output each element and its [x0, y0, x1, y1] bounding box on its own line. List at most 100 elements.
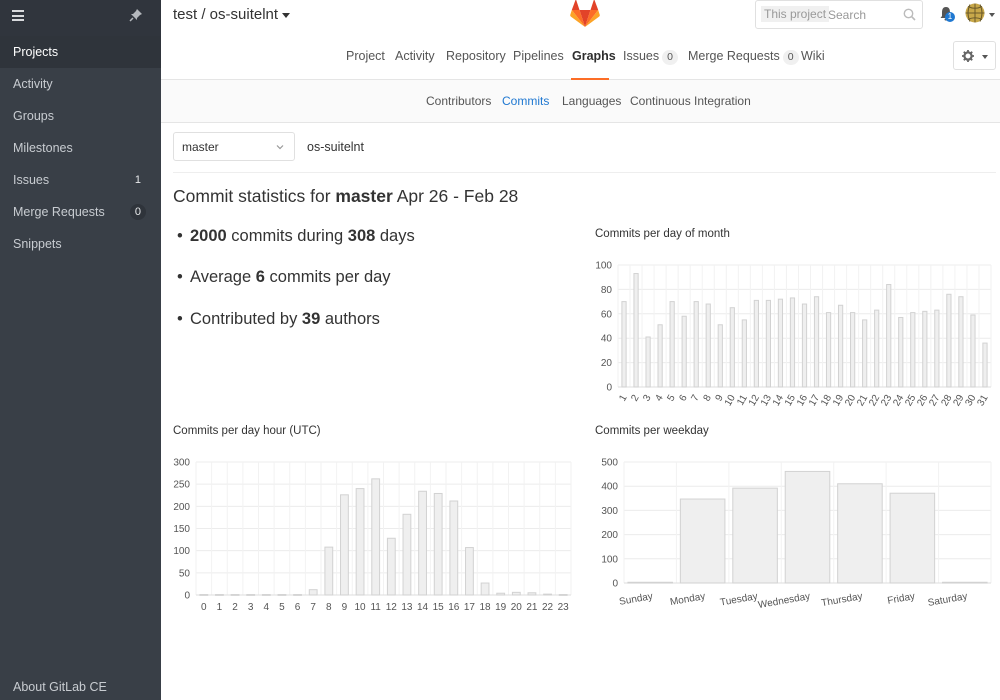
bar: [386, 537, 396, 596]
sidebar-item-label: Activity: [13, 77, 53, 91]
sidebar-item-activity[interactable]: Activity: [0, 68, 161, 100]
sidebar-item-merge-requests[interactable]: Merge Requests 0: [0, 196, 161, 228]
x-tick-label: Friday: [887, 591, 916, 607]
bar: [669, 301, 675, 388]
chevron-down-icon: [282, 12, 291, 18]
chart-title-weekday: Commits per weekday: [595, 425, 709, 437]
bar: [837, 483, 883, 584]
y-tick-label: 200: [601, 530, 618, 541]
y-tick-label: 60: [601, 309, 613, 320]
sidebar-item-groups[interactable]: Groups: [0, 100, 161, 132]
bar: [825, 312, 832, 388]
bar: [449, 500, 459, 596]
bar: [732, 487, 778, 584]
settings-button[interactable]: [953, 41, 996, 70]
x-tick-label: 14: [417, 602, 429, 613]
x-tick-label: 3: [641, 393, 654, 404]
title-range: Apr 26 - Feb 28: [392, 186, 519, 206]
pin-icon[interactable]: [129, 8, 143, 22]
x-tick-label: 11: [370, 602, 381, 613]
notification-count: 1: [945, 12, 955, 22]
bar: [862, 319, 868, 388]
chevron-down-icon: [276, 145, 284, 150]
bar: [729, 307, 735, 388]
stat-text: Average: [190, 268, 256, 286]
bar: [717, 324, 723, 388]
sidebar-item-label: Milestones: [13, 141, 73, 155]
subtab-commits[interactable]: Commits: [502, 94, 549, 108]
bar: [402, 513, 412, 596]
x-tick-label: 12: [386, 602, 398, 613]
bar: [934, 309, 940, 388]
bar: [199, 594, 209, 596]
sidebar-item-label: Snippets: [13, 237, 62, 251]
bar: [681, 315, 687, 388]
bar: [813, 296, 820, 388]
bar: [355, 488, 365, 596]
x-tick-label: 5: [665, 393, 678, 404]
chart-title-day-of-month: Commits per day of month: [595, 228, 730, 240]
x-tick-label: 21: [526, 602, 538, 613]
bar: [679, 498, 726, 584]
tab-project[interactable]: Project: [346, 49, 385, 63]
sidebar-item-label: Merge Requests: [13, 205, 105, 219]
y-tick-label: 20: [601, 358, 613, 369]
bar: [837, 304, 844, 388]
avatar[interactable]: [965, 3, 985, 23]
search-input[interactable]: This project Search: [755, 0, 923, 29]
tab-wiki[interactable]: Wiki: [801, 49, 825, 63]
stat-text: days: [375, 227, 415, 245]
y-tick-label: 100: [601, 554, 618, 565]
tab-activity[interactable]: Activity: [395, 49, 435, 63]
x-tick-label: Sunday: [618, 591, 653, 608]
y-tick-label: 0: [612, 579, 618, 590]
sidebar-item-milestones[interactable]: Milestones: [0, 132, 161, 164]
bar: [324, 546, 334, 596]
bar: [633, 273, 639, 388]
tab-repository[interactable]: Repository: [446, 49, 506, 63]
x-tick-label: Monday: [669, 591, 706, 608]
tab-graphs[interactable]: Graphs: [572, 49, 616, 63]
project-breadcrumb[interactable]: test / os-suitelnt: [173, 6, 291, 23]
tab-merge-requests[interactable]: Merge Requests 0: [688, 49, 799, 65]
bar: [627, 581, 673, 584]
sidebar-item-issues[interactable]: Issues 1: [0, 164, 161, 196]
subtab-contributors[interactable]: Contributors: [426, 94, 491, 108]
days-count: 308: [347, 227, 376, 245]
tab-pipelines[interactable]: Pipelines: [513, 49, 564, 63]
branch-select[interactable]: master: [173, 132, 295, 161]
bar: [705, 303, 711, 388]
subtab-languages[interactable]: Languages: [562, 94, 621, 108]
hamburger-icon[interactable]: [12, 10, 24, 21]
bar: [433, 492, 443, 596]
tab-issues[interactable]: Issues 0: [623, 49, 678, 65]
bar: [246, 594, 256, 596]
y-tick-label: 400: [601, 482, 618, 493]
gitlab-logo-icon[interactable]: [570, 0, 600, 28]
stat-average: Average 6 commits per day: [177, 268, 391, 287]
subtab-continuous-integration[interactable]: Continuous Integration: [630, 94, 751, 108]
stat-contributors: Contributed by 39 authors: [177, 310, 380, 329]
search-scope-badge[interactable]: This project: [761, 6, 830, 22]
x-tick-label: 0: [201, 602, 207, 613]
x-tick-label: 9: [342, 602, 348, 613]
sidebar-item-projects[interactable]: Projects: [0, 36, 161, 68]
stat-text: Contributed by: [190, 310, 302, 328]
average-count: 6: [255, 268, 265, 286]
y-tick-label: 0: [184, 591, 190, 602]
weekday-chart: 0 100 200 300 400 500 Sunday Monday TuesdayWedne…: [601, 458, 992, 611]
chevron-down-icon[interactable]: [989, 13, 995, 17]
bar: [889, 492, 936, 584]
x-tick-label: 22: [542, 602, 554, 613]
y-tick-label: 40: [601, 334, 613, 345]
sidebar-item-snippets[interactable]: Snippets: [0, 228, 161, 260]
y-tick-label: 200: [173, 502, 190, 513]
about-link[interactable]: About GitLab CE: [13, 680, 107, 694]
main-area: test / os-suitelnt This project Search 1: [161, 0, 1000, 700]
x-tick-label: 1: [617, 393, 630, 404]
x-tick-label: 31: [975, 393, 990, 409]
x-tick-label: Saturday: [927, 591, 968, 609]
sidebar-item-label: Projects: [13, 45, 59, 59]
x-tick-label: 8: [326, 602, 332, 613]
bar: [215, 594, 224, 596]
